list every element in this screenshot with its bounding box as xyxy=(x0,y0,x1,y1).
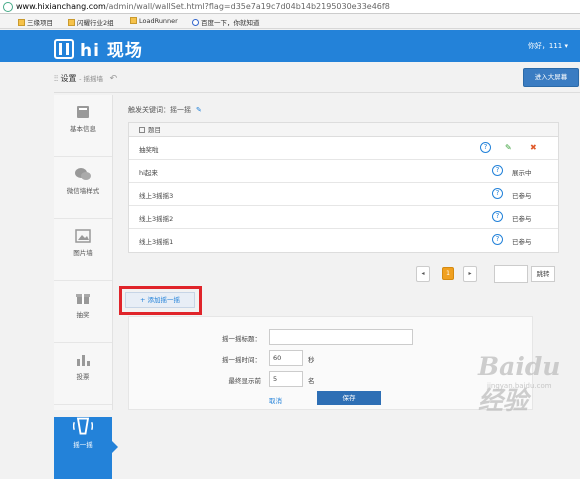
form-row-title: 摇一摇标题： xyxy=(129,329,534,345)
breadcrumb: ⫶⫶ 设置 - 摇摇墙 ↶ xyxy=(54,73,117,84)
table-header: 题目 xyxy=(129,123,558,137)
cancel-link[interactable]: 取消 xyxy=(269,395,282,405)
current-page[interactable]: 1 xyxy=(442,267,454,280)
table-row[interactable]: 线上3摇摇2 ? 已参与 xyxy=(129,206,558,229)
site-icon xyxy=(3,2,13,12)
bookmark-item[interactable]: 三缘项目 xyxy=(18,17,53,27)
page-jump-input[interactable] xyxy=(494,265,528,283)
jump-button[interactable]: 跳转 xyxy=(531,266,555,282)
status-text: 已参与 xyxy=(512,215,532,223)
book-icon xyxy=(77,106,89,118)
bookmarks-bar: 三缘项目 闪耀行业2组 LoadRunner 百度一下，你就知道 xyxy=(0,14,580,29)
gift-icon xyxy=(76,294,90,304)
table-row[interactable]: 线上3摇摇3 ? 已参与 xyxy=(129,183,558,206)
shake-table: 题目 抽奖啦 ? ✎ ✖ hi起来 ? 展示中 线上3摇摇3 ? 已参与 线上3… xyxy=(128,122,559,253)
page-title: 设置 xyxy=(60,74,77,83)
sidebar-item-wechat-style[interactable]: 微信墙样式 xyxy=(54,167,112,219)
status-text: 已参与 xyxy=(512,238,532,246)
url-text[interactable]: www.hixianchang.com/admin/wall/wallSet.h… xyxy=(16,2,390,11)
help-icon[interactable]: ? xyxy=(480,142,491,153)
folder-icon xyxy=(18,19,25,26)
back-icon[interactable]: ↶ xyxy=(110,74,118,84)
bookmark-item[interactable]: 闪耀行业2组 xyxy=(68,17,114,27)
bookmark-item[interactable]: LoadRunner xyxy=(130,17,178,25)
chart-icon xyxy=(77,355,90,366)
delete-icon[interactable]: ✖ xyxy=(530,143,537,152)
image-icon xyxy=(75,229,91,243)
shake-time-input[interactable] xyxy=(269,350,303,366)
sidebar: 基本信息 微信墙样式 图片墙 抽奖 投票 摇一摇 xyxy=(54,95,118,479)
sidebar-item-shake[interactable]: 摇一摇 xyxy=(54,417,118,479)
folder-icon xyxy=(68,19,75,26)
phone-shake-icon xyxy=(73,417,93,435)
divider xyxy=(54,92,580,93)
address-bar[interactable]: www.hixianchang.com/admin/wall/wallSet.h… xyxy=(0,0,580,14)
pencil-icon[interactable]: ✎ xyxy=(196,106,202,114)
logo[interactable]: hi 现场 xyxy=(54,36,143,61)
top-count-input[interactable] xyxy=(269,371,303,387)
table-row[interactable]: hi起来 ? 展示中 xyxy=(129,160,558,183)
add-shake-button[interactable]: + 添加摇一摇 xyxy=(125,292,195,308)
pagination: ◂ 1 ▸ 跳转 xyxy=(416,265,566,283)
user-menu[interactable]: 你好，111 ▾ xyxy=(528,41,568,51)
table-row[interactable]: 线上3摇摇1 ? 已参与 xyxy=(129,229,558,252)
sidebar-item-lottery[interactable]: 抽奖 xyxy=(54,291,112,343)
top-navbar: hi 现场 你好，111 ▾ xyxy=(0,30,580,62)
paw-icon xyxy=(192,19,199,26)
page-wrapper: 1 xyxy=(438,266,458,282)
status-text: 展示中 xyxy=(512,169,532,177)
trigger-keyword: 触发关键词：摇一摇 ✎ xyxy=(128,106,202,114)
page-subheader: ⫶⫶ 设置 - 摇摇墙 ↶ 进入大屏幕 xyxy=(54,68,580,88)
form-row-top: 最终显示前 名 xyxy=(129,371,534,387)
help-icon[interactable]: ? xyxy=(492,165,503,176)
help-icon[interactable]: ? xyxy=(492,234,503,245)
sidebar-item-basic-info[interactable]: 基本信息 xyxy=(54,105,112,157)
sidebar-item-vote[interactable]: 投票 xyxy=(54,353,112,405)
help-icon[interactable]: ? xyxy=(492,211,503,222)
table-row[interactable]: 抽奖啦 ? ✎ ✖ xyxy=(129,137,558,160)
select-all-checkbox[interactable] xyxy=(139,127,145,133)
form-row-time: 摇一摇时间： 秒 xyxy=(129,350,534,366)
page-subtitle: - 摇摇墙 xyxy=(79,75,104,83)
watermark-url: jingyan.baidu.com xyxy=(487,382,552,390)
shake-title-input[interactable] xyxy=(269,329,413,345)
next-page-button[interactable]: ▸ xyxy=(463,266,477,282)
help-icon[interactable]: ? xyxy=(492,188,503,199)
bookmark-item[interactable]: 百度一下，你就知道 xyxy=(192,17,260,27)
enter-big-screen-button[interactable]: 进入大屏幕 xyxy=(523,68,579,87)
edit-icon[interactable]: ✎ xyxy=(505,143,512,152)
save-button[interactable]: 保存 xyxy=(317,391,381,405)
folder-icon xyxy=(130,17,137,24)
wechat-icon xyxy=(75,168,91,180)
prev-page-button[interactable]: ◂ xyxy=(416,266,430,282)
sidebar-item-photo-wall[interactable]: 图片墙 xyxy=(54,229,112,281)
highlight-box: + 添加摇一摇 xyxy=(119,286,202,315)
logo-icon xyxy=(54,38,74,59)
add-shake-form: 摇一摇标题： 摇一摇时间： 秒 最终显示前 名 取消 保存 xyxy=(128,316,533,410)
status-text: 已参与 xyxy=(512,192,532,200)
